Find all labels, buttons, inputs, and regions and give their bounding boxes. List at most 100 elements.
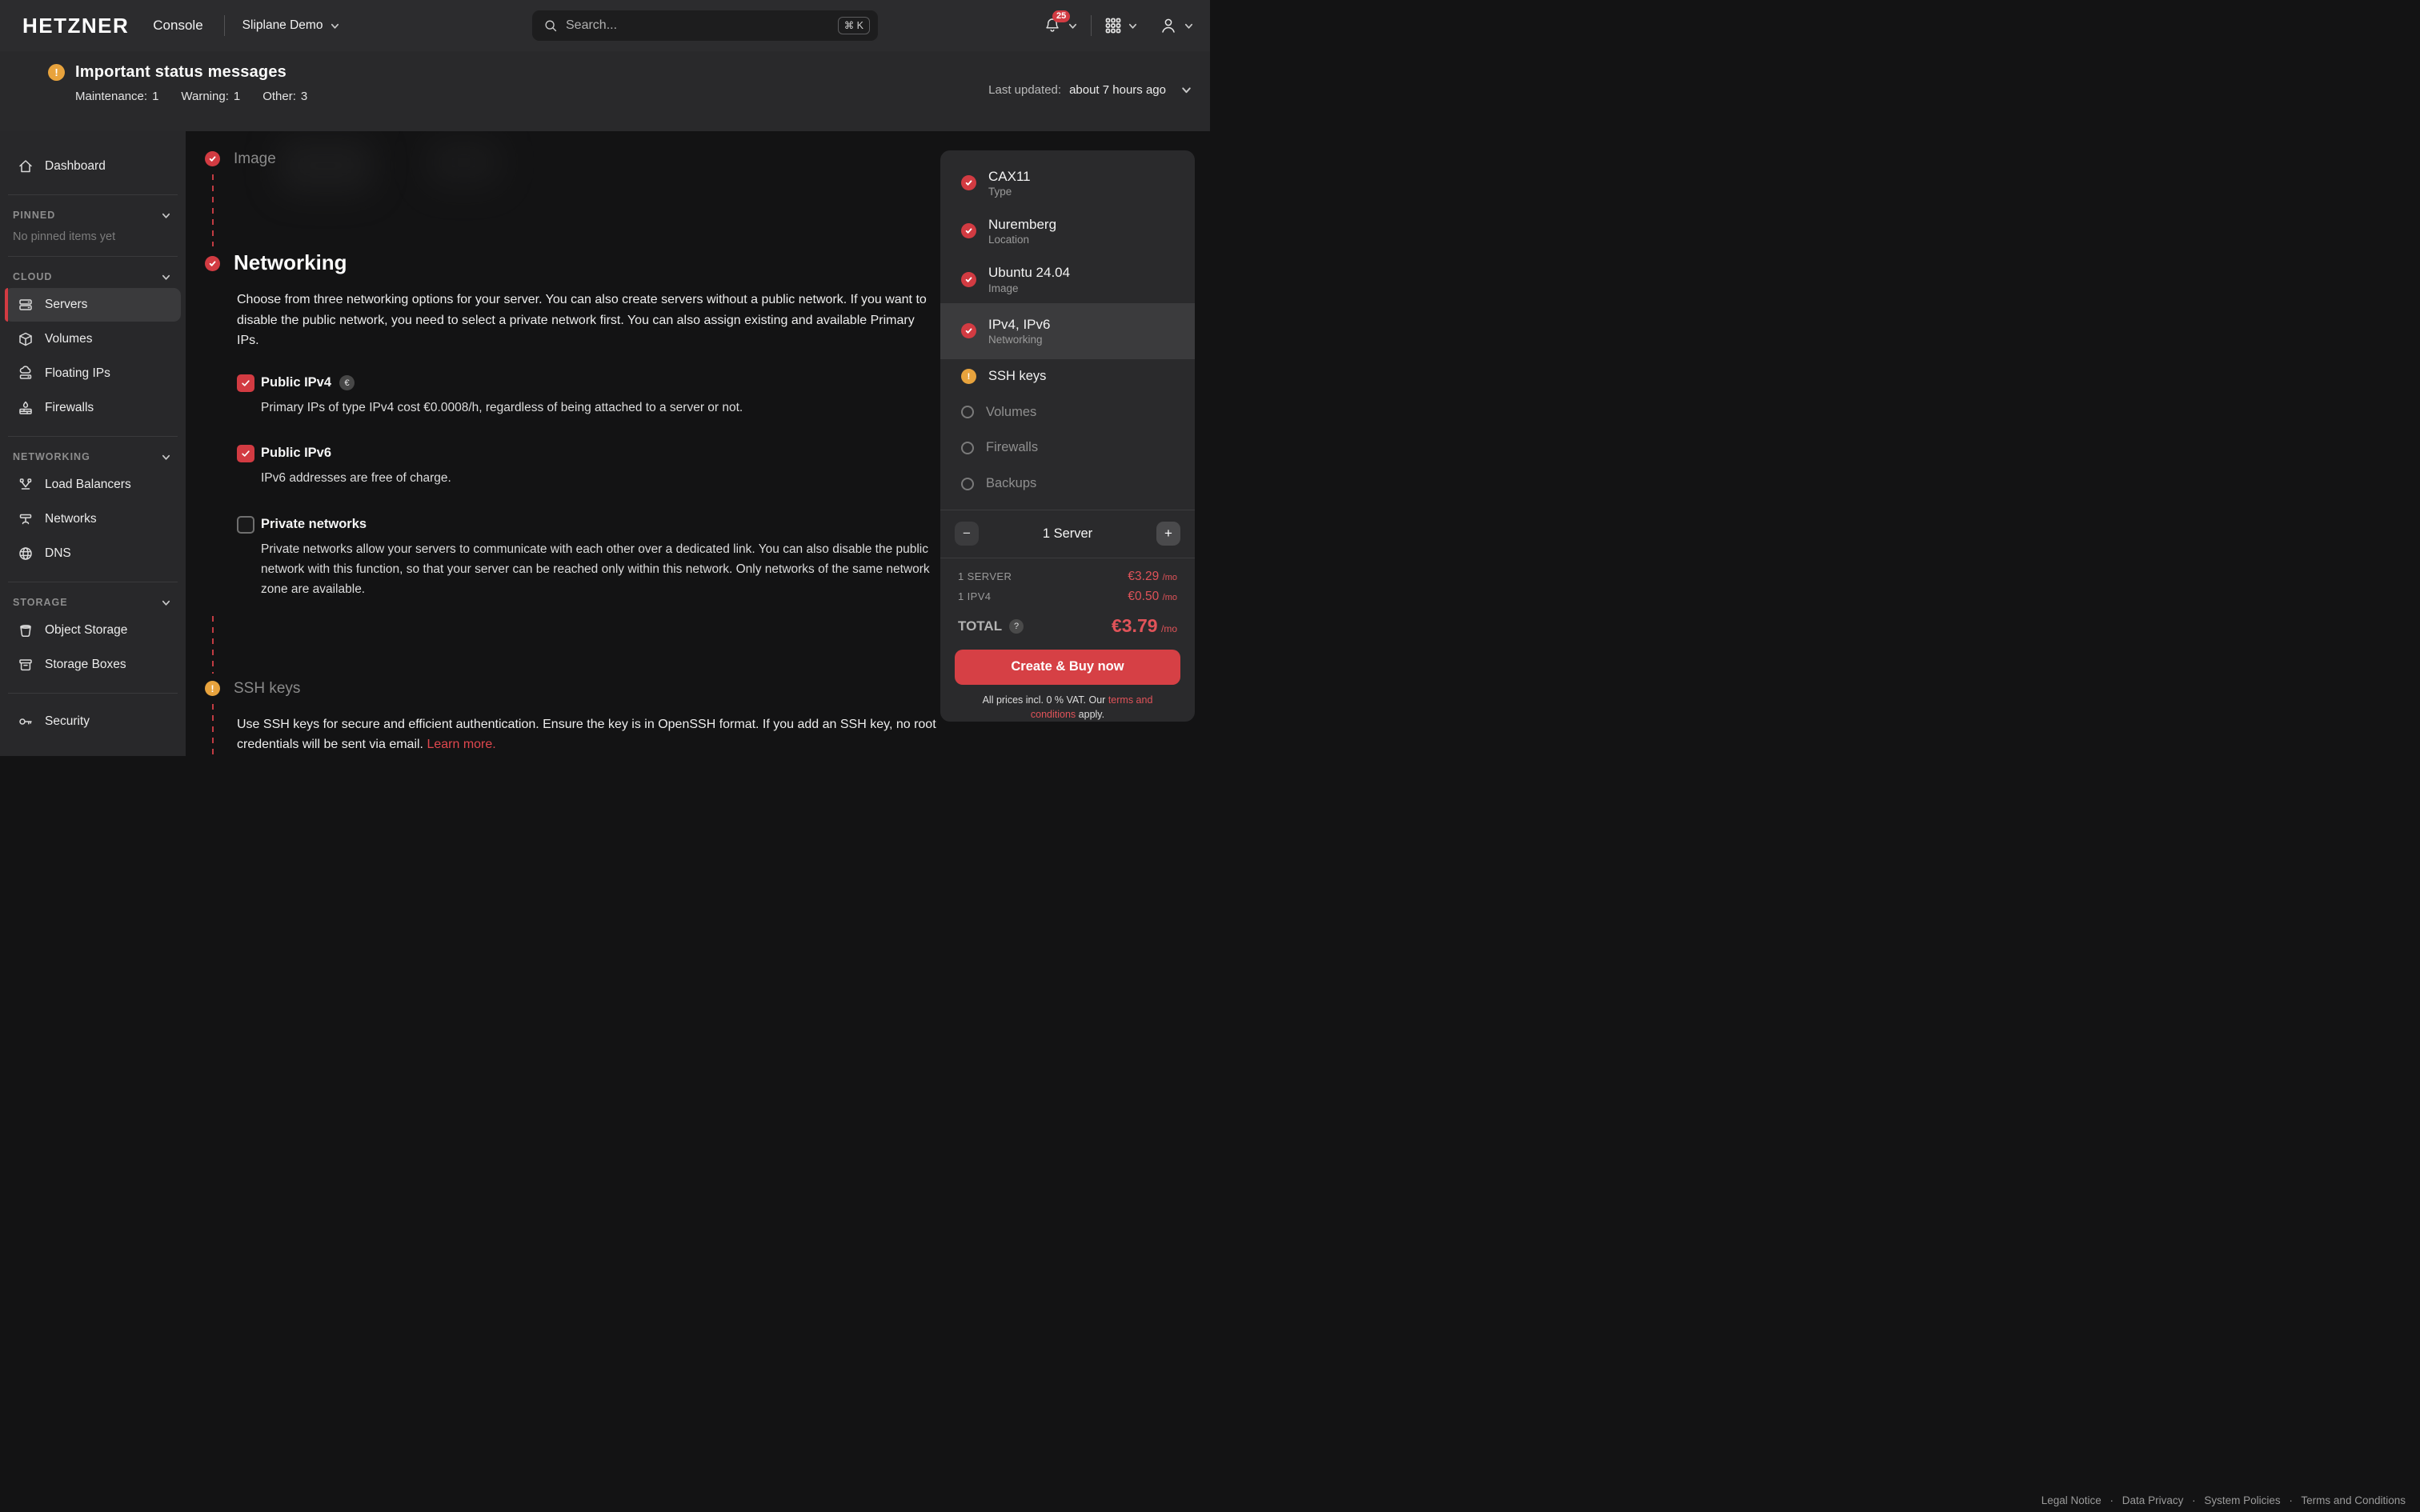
notifications-menu[interactable]: 25 bbox=[1043, 16, 1078, 35]
step-type[interactable]: CAX11 Type bbox=[940, 158, 1195, 206]
sidebar-item-security[interactable]: Security bbox=[5, 705, 181, 738]
step-networking-active[interactable]: IPv4, IPv6 Networking bbox=[940, 303, 1195, 358]
private-networks-checkbox[interactable] bbox=[237, 516, 254, 534]
chevron-down-icon bbox=[1068, 21, 1078, 31]
ssh-section-heading: SSH keys bbox=[234, 680, 300, 698]
search-input[interactable] bbox=[566, 18, 838, 33]
networking-step-check-icon bbox=[205, 256, 220, 271]
order-summary-column: CAX11 Type Nuremberg Location Ubuntu 24.… bbox=[940, 131, 1210, 756]
networking-description: Choose from three networking options for… bbox=[237, 290, 936, 351]
other-count: Other:3 bbox=[262, 90, 307, 103]
topbar-divider bbox=[1091, 15, 1092, 36]
topbar-actions: 25 bbox=[1043, 0, 1194, 51]
sidebar-section-pinned[interactable]: PINNED bbox=[0, 206, 186, 226]
learn-more-link[interactable]: Learn more. bbox=[427, 738, 495, 751]
last-updated-toggle[interactable]: Last updated: about 7 hours ago bbox=[988, 83, 1192, 97]
increase-server-count-button[interactable]: + bbox=[1156, 522, 1180, 546]
sidebar-item-networks[interactable]: Networks bbox=[5, 502, 181, 536]
step-ssh-keys[interactable]: ! SSH keys bbox=[940, 359, 1195, 395]
server-count-stepper: − 1 Server + bbox=[940, 510, 1195, 558]
image-section-heading: Image bbox=[234, 150, 276, 168]
last-updated-label: Last updated: bbox=[988, 83, 1061, 97]
step-backups[interactable]: Backups bbox=[940, 466, 1195, 502]
price-row-ipv4: 1 IPV4 €0.50 /mo bbox=[958, 590, 1177, 604]
floating-ip-icon bbox=[18, 366, 34, 382]
check-icon bbox=[961, 323, 976, 338]
create-buy-button[interactable]: Create & Buy now bbox=[955, 650, 1180, 685]
project-switcher[interactable]: Sliplane Demo bbox=[242, 18, 341, 33]
firewall-icon bbox=[18, 400, 34, 416]
public-ipv6-checkbox[interactable] bbox=[237, 445, 254, 462]
data-privacy-link[interactable]: Data Privacy bbox=[2122, 1494, 2184, 1506]
server-icon bbox=[18, 297, 34, 313]
network-icon bbox=[18, 511, 34, 527]
sidebar-item-storage-boxes[interactable]: Storage Boxes bbox=[5, 648, 181, 682]
product-name: Console bbox=[153, 18, 202, 34]
total-row: TOTAL ? €3.79 /mo bbox=[958, 615, 1177, 637]
step-image[interactable]: Ubuntu 24.04 Image bbox=[940, 255, 1195, 303]
system-policies-link[interactable]: System Policies bbox=[2204, 1494, 2280, 1506]
step-connector bbox=[212, 616, 214, 674]
public-ipv4-description: Primary IPs of type IPv4 cost €0.0008/h,… bbox=[261, 398, 743, 418]
chevron-down-icon bbox=[1180, 84, 1192, 96]
networking-section-heading: Networking bbox=[234, 250, 347, 275]
step-connector bbox=[212, 174, 214, 246]
ssh-description: Use SSH keys for secure and efficient au… bbox=[237, 715, 940, 754]
search-shortcut-badge: ⌘ K bbox=[838, 17, 870, 34]
sidebar-item-firewalls[interactable]: Firewalls bbox=[5, 391, 181, 425]
step-volumes[interactable]: Volumes bbox=[940, 394, 1195, 430]
warning-icon: ! bbox=[48, 64, 65, 81]
sidebar-item-servers[interactable]: Servers bbox=[5, 288, 181, 322]
globe-icon bbox=[18, 546, 34, 562]
create-server-main: Image Networking Choose from three netwo… bbox=[186, 131, 940, 756]
pinned-empty-text: No pinned items yet bbox=[0, 226, 186, 245]
public-ipv4-label: Public IPv4 € bbox=[261, 375, 355, 390]
price-row-server: 1 SERVER €3.29 /mo bbox=[958, 570, 1177, 584]
sidebar-item-floating-ips[interactable]: Floating IPs bbox=[5, 357, 181, 390]
help-icon[interactable]: ? bbox=[1009, 619, 1024, 634]
user-icon bbox=[1159, 16, 1178, 35]
empty-circle-icon bbox=[961, 478, 974, 490]
chevron-down-icon bbox=[161, 452, 171, 462]
chevron-down-icon bbox=[330, 21, 340, 31]
home-icon bbox=[18, 158, 34, 174]
account-menu[interactable] bbox=[1159, 16, 1194, 35]
load-balancer-icon bbox=[18, 477, 34, 493]
step-firewalls[interactable]: Firewalls bbox=[940, 430, 1195, 466]
chevron-down-icon bbox=[161, 598, 171, 608]
storage-box-icon bbox=[18, 657, 34, 673]
terms-conditions-link[interactable]: Terms and Conditions bbox=[2301, 1494, 2406, 1506]
chevron-down-icon bbox=[1128, 21, 1138, 31]
sidebar-divider bbox=[8, 693, 178, 694]
total-price: €3.79 bbox=[1112, 615, 1158, 636]
cost-icon: € bbox=[339, 375, 355, 390]
sidebar-item-load-balancers[interactable]: Load Balancers bbox=[5, 468, 181, 502]
sidebar-item-dashboard[interactable]: Dashboard bbox=[5, 150, 181, 183]
sidebar-section-cloud[interactable]: CLOUD bbox=[0, 268, 186, 287]
last-updated-value: about 7 hours ago bbox=[1069, 83, 1166, 97]
sidebar-section-storage[interactable]: STORAGE bbox=[0, 594, 186, 613]
apps-menu[interactable] bbox=[1104, 17, 1138, 34]
legal-notice-link[interactable]: Legal Notice bbox=[2041, 1494, 2101, 1506]
ssh-step-warning-icon: ! bbox=[205, 681, 220, 696]
sidebar-item-dns[interactable]: DNS bbox=[5, 537, 181, 570]
key-icon bbox=[18, 714, 34, 730]
empty-circle-icon bbox=[961, 406, 974, 418]
image-step-check-icon bbox=[205, 151, 220, 166]
sidebar-section-networking[interactable]: NETWORKING bbox=[0, 448, 186, 467]
decrease-server-count-button[interactable]: − bbox=[955, 522, 979, 546]
search-bar[interactable]: ⌘ K bbox=[532, 10, 878, 41]
step-location[interactable]: Nuremberg Location bbox=[940, 206, 1195, 254]
step-connector bbox=[212, 704, 214, 756]
sidebar-divider bbox=[8, 256, 178, 257]
public-ipv4-checkbox[interactable] bbox=[237, 374, 254, 392]
status-messages-bar: ! Important status messages Maintenance:… bbox=[0, 51, 1210, 131]
bell-icon: 25 bbox=[1043, 16, 1062, 35]
sidebar-item-volumes[interactable]: Volumes bbox=[5, 322, 181, 356]
warning-icon: ! bbox=[961, 369, 976, 384]
sidebar-item-object-storage[interactable]: Object Storage bbox=[5, 614, 181, 647]
cube-icon bbox=[18, 331, 34, 347]
check-icon bbox=[961, 272, 976, 287]
pricing-summary: 1 SERVER €3.29 /mo 1 IPV4 €0.50 /mo TOTA… bbox=[940, 558, 1195, 637]
private-networks-label: Private networks bbox=[261, 517, 367, 532]
